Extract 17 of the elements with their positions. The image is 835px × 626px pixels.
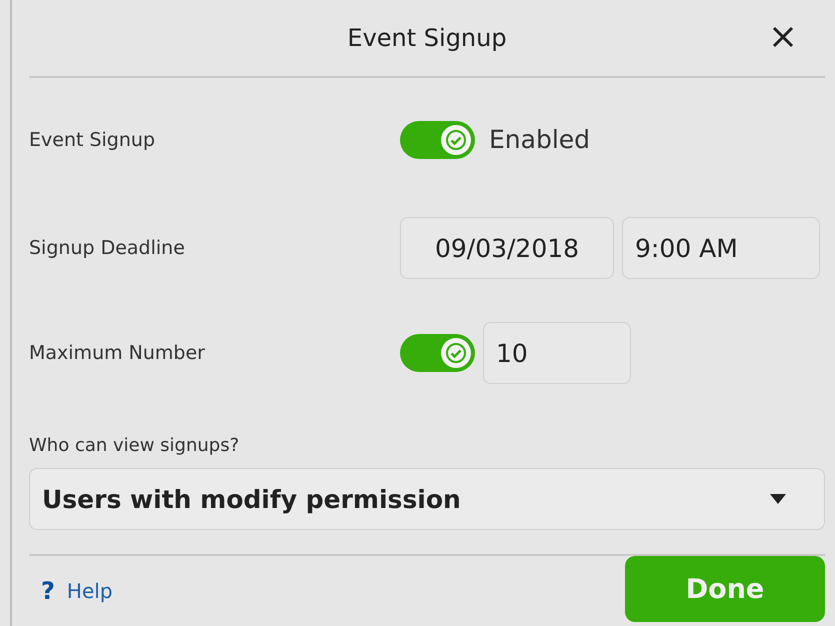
field-label: Signup Deadline (29, 237, 186, 260)
dialog-title: Event Signup (347, 24, 507, 52)
help-link[interactable]: ? Help (41, 577, 113, 605)
visibility-dropdown[interactable]: Users with modify permission (29, 468, 825, 530)
toggle-switch[interactable] (400, 120, 475, 159)
check-icon (445, 128, 467, 151)
field-label: Event Signup (29, 128, 156, 151)
check-icon (445, 342, 467, 364)
toggle-switch[interactable] (400, 334, 475, 372)
number-field[interactable]: 10 (483, 322, 631, 384)
time-field[interactable]: 9:00 AM (622, 217, 820, 280)
close-icon[interactable] (771, 25, 795, 49)
caret-icon (768, 493, 788, 506)
field-label: Who can view signups? (29, 435, 240, 456)
toggle-label: Enabled (489, 125, 590, 154)
field-label: Maximum Number (29, 342, 206, 364)
date-field[interactable]: 09/03/2018 (400, 217, 614, 280)
